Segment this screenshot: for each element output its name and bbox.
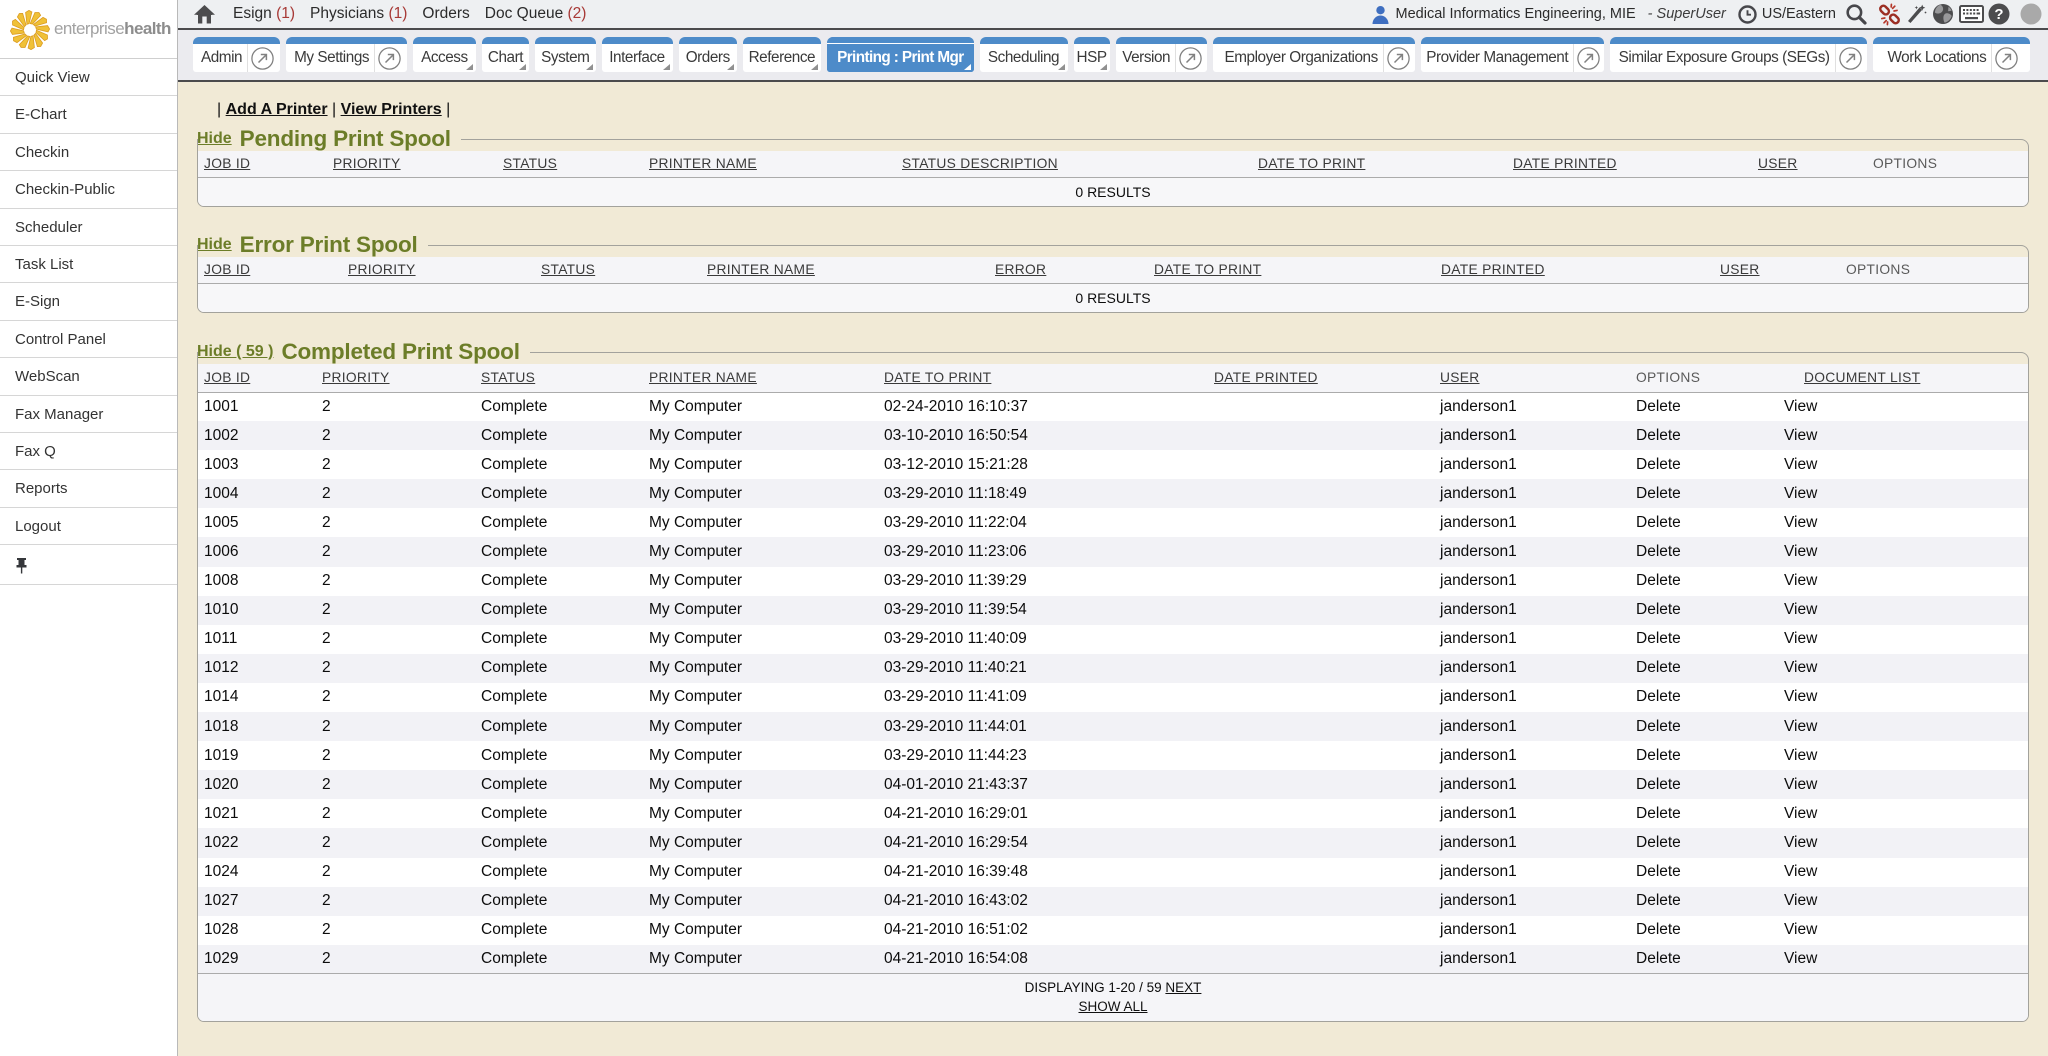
svg-text:?: ?: [1994, 6, 2003, 23]
